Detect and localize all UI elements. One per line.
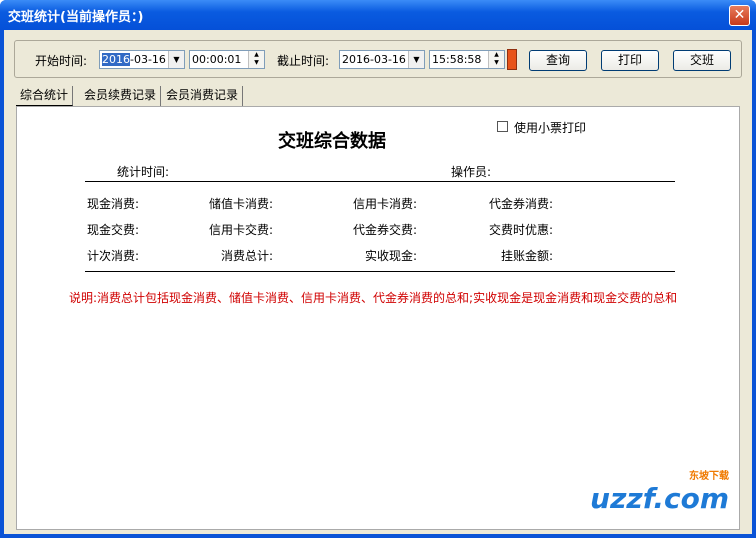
end-time-value: 15:58:58 bbox=[432, 53, 482, 66]
handover-button[interactable]: 交班 bbox=[673, 50, 731, 71]
voucher-consume-label: 代金券消费: bbox=[489, 197, 554, 211]
divider bbox=[85, 271, 675, 272]
received-cash-label: 实收现金: bbox=[365, 249, 418, 263]
pay-discount-label: 交费时优惠: bbox=[489, 223, 554, 237]
credit-card-pay-label: 信用卡交费: bbox=[209, 223, 274, 237]
close-button[interactable]: ✕ bbox=[729, 5, 750, 26]
spin-icon[interactable]: ▲ ▼ bbox=[488, 51, 504, 68]
stored-card-consume-label: 储值卡消费: bbox=[209, 197, 274, 211]
stat-time-label: 统计时间: bbox=[117, 165, 170, 179]
end-time-label: 截止时间: bbox=[277, 54, 330, 68]
divider bbox=[85, 181, 675, 182]
filter-bar: 开始时间: 2016-03-16 ▼ 00:00:01 ▲ ▼ 截止时间: 201… bbox=[14, 40, 742, 78]
start-date-year: 2016 bbox=[102, 53, 130, 66]
end-date-value: 2016-03-16 bbox=[342, 53, 406, 66]
cash-pay-label: 现金交费: bbox=[87, 223, 140, 237]
receipt-print-checkbox[interactable] bbox=[497, 121, 508, 132]
spin-icon[interactable]: ▲ ▼ bbox=[248, 51, 264, 68]
cash-consume-label: 现金消费: bbox=[87, 197, 140, 211]
receipt-print-label: 使用小票打印 bbox=[514, 121, 587, 135]
watermark-brand: uzzf.com bbox=[590, 482, 729, 515]
tab-consume-records[interactable]: 会员消费记录 bbox=[162, 86, 244, 106]
window-title: 交班统计(当前操作员：) bbox=[8, 10, 144, 25]
end-time-field[interactable]: 15:58:58 ▲ ▼ bbox=[429, 50, 505, 69]
client-area: 开始时间: 2016-03-16 ▼ 00:00:01 ▲ ▼ 截止时间: 201… bbox=[4, 30, 752, 534]
explanation-note: 说明:消费总计包括现金消费、储值卡消费、信用卡消费、代金券消费的总和;实收现金是… bbox=[69, 291, 678, 305]
start-date-rest: -03-16 bbox=[130, 53, 166, 66]
window: 交班统计(当前操作员：) ✕ 开始时间: 2016-03-16 ▼ 00:00:… bbox=[0, 0, 756, 538]
close-icon: ✕ bbox=[733, 7, 746, 23]
chevron-down-icon[interactable]: ▼ bbox=[408, 51, 424, 68]
tab-summary[interactable]: 综合统计 bbox=[16, 86, 74, 106]
query-button[interactable]: 查询 bbox=[529, 50, 587, 71]
credit-card-consume-label: 信用卡消费: bbox=[353, 197, 418, 211]
start-time-value: 00:00:01 bbox=[192, 53, 242, 66]
start-time-label: 开始时间: bbox=[35, 54, 88, 68]
tab-recharge-records[interactable]: 会员续费记录 bbox=[80, 86, 162, 106]
summary-panel: 交班综合数据 使用小票打印 统计时间: 操作员: 现金消费: 储值卡消费: 信用… bbox=[16, 106, 740, 530]
chevron-down-icon[interactable]: ▼ bbox=[168, 51, 184, 68]
watermark-logo: 东坡下载 uzzf.com bbox=[590, 467, 729, 515]
operator-label: 操作员: bbox=[451, 165, 492, 179]
consume-total-label: 消费总计: bbox=[221, 249, 274, 263]
watermark-tag: 东坡下载 bbox=[689, 471, 729, 482]
start-date-picker[interactable]: 2016-03-16 ▼ bbox=[99, 50, 185, 69]
print-button[interactable]: 打印 bbox=[601, 50, 659, 71]
end-date-picker[interactable]: 2016-03-16 ▼ bbox=[339, 50, 425, 69]
voucher-pay-label: 代金券交费: bbox=[353, 223, 418, 237]
start-time-field[interactable]: 00:00:01 ▲ ▼ bbox=[189, 50, 265, 69]
title-bar[interactable]: 交班统计(当前操作员：) ✕ bbox=[0, 0, 756, 30]
time-dropdown-icon[interactable] bbox=[507, 49, 517, 70]
count-consume-label: 计次消费: bbox=[87, 249, 140, 263]
on-account-label: 挂账金额: bbox=[501, 249, 554, 263]
